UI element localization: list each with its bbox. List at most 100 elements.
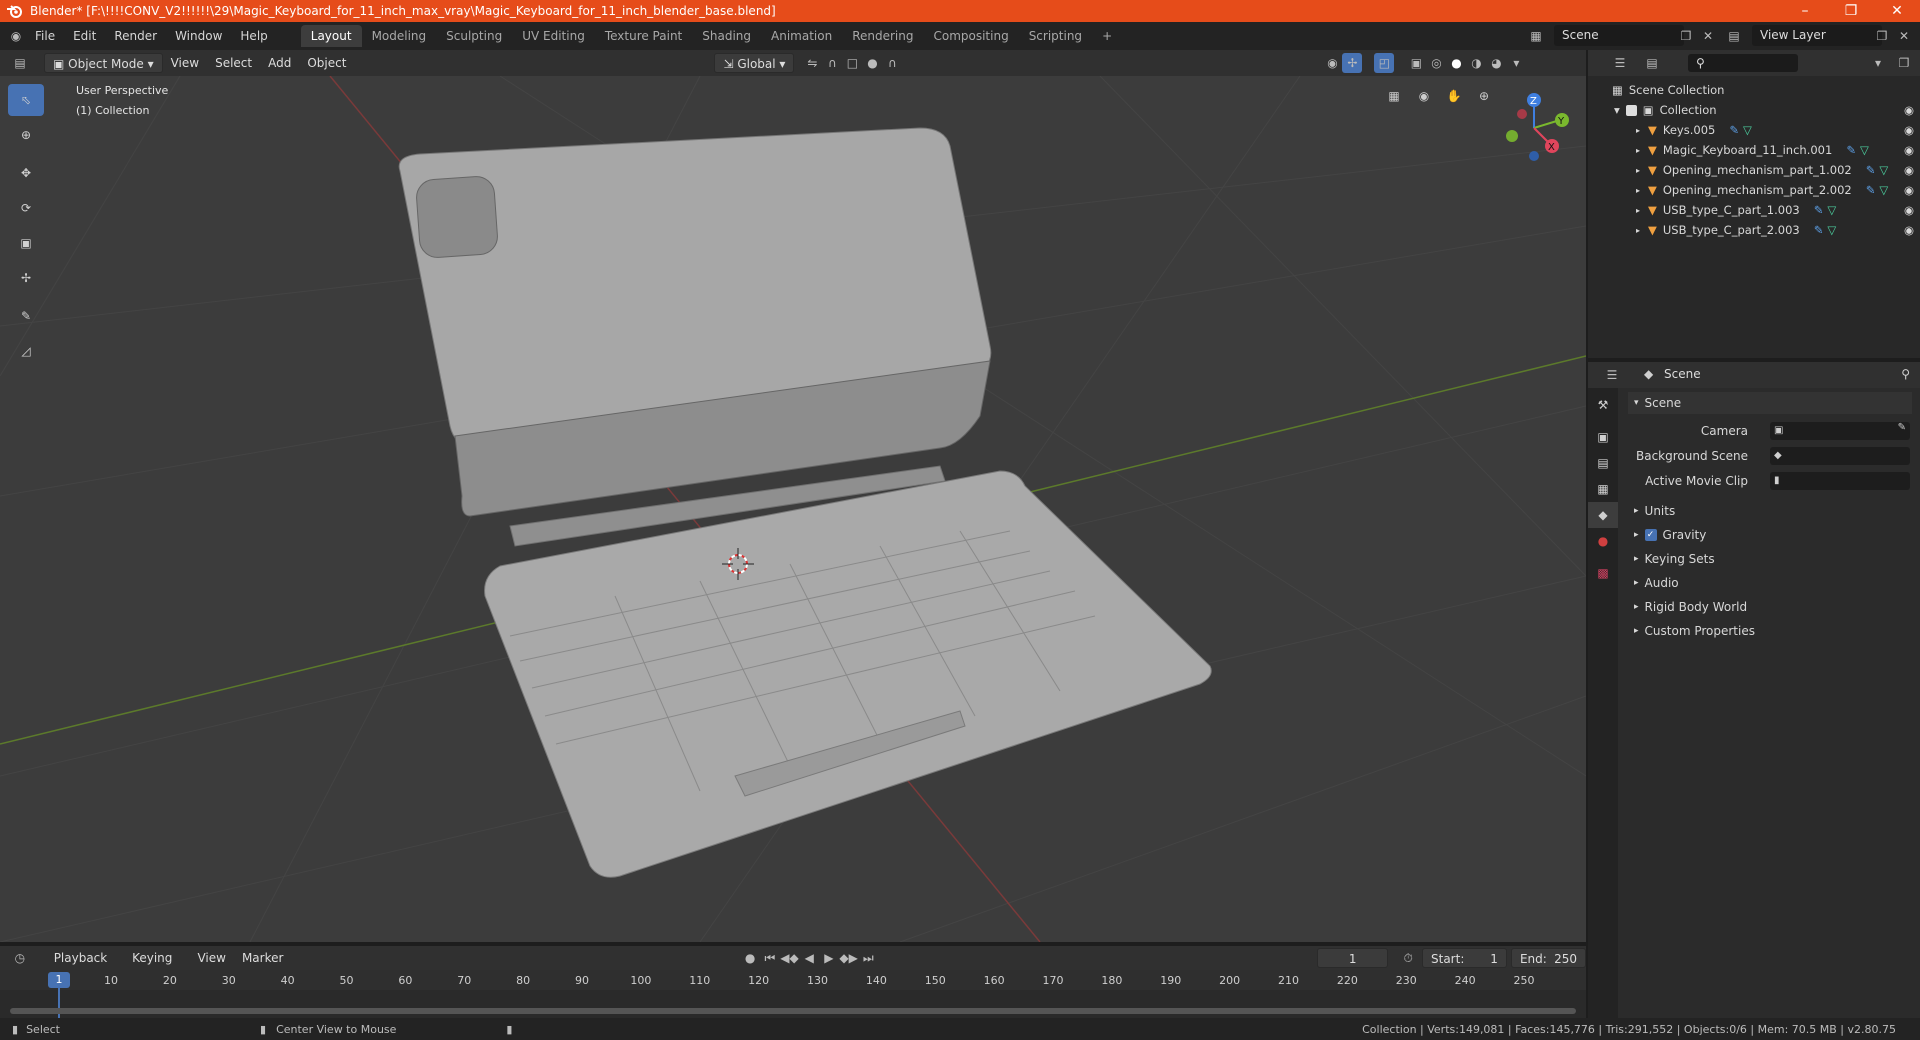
end-frame-field[interactable]: End: 250 (1510, 948, 1587, 968)
start-frame-field[interactable]: Start: 1 (1422, 948, 1507, 968)
tab-rendering[interactable]: Rendering (842, 25, 923, 47)
new-collection-icon[interactable]: ❐ (1894, 53, 1914, 73)
cursor-tool[interactable]: ⊕ (8, 119, 44, 151)
custom-properties-panel-header[interactable]: ▸ Custom Properties (1628, 620, 1912, 642)
close-button[interactable]: ✕ (1874, 0, 1920, 22)
visibility-icon[interactable]: ◉ (1322, 53, 1342, 73)
units-panel-header[interactable]: ▸ Units (1628, 500, 1912, 522)
tab-texture[interactable]: ▩ (1588, 560, 1618, 586)
eye-icon[interactable]: ◉ (1904, 223, 1914, 237)
menu-marker[interactable]: Marker (234, 948, 291, 968)
annotate-tool[interactable]: ✎ (8, 300, 44, 332)
expand-icon[interactable]: ▸ (1636, 226, 1640, 235)
transform-tool[interactable]: ✢ (8, 262, 44, 294)
scale-tool[interactable]: ▣ (8, 227, 44, 259)
view-layer-field[interactable]: View Layer (1752, 25, 1882, 46)
outliner-editor-icon[interactable]: ☰ (1610, 53, 1630, 73)
object-mode-dropdown[interactable]: ▣ Object Mode ▾ (44, 53, 163, 73)
timeline-area[interactable]: 1102030405060708090100110120130140150160… (0, 970, 1586, 1018)
view-layer-icon[interactable]: ▤ (1724, 26, 1744, 46)
rigid-body-world-panel-header[interactable]: ▸ Rigid Body World (1628, 596, 1912, 618)
gravity-checkbox[interactable]: ✓ (1644, 529, 1657, 541)
outliner-item[interactable]: ▸ ▼ USB_type_C_part_2.003 ✎ ▽ ◉ (1588, 220, 1920, 240)
play-icon[interactable]: ▶ (819, 948, 839, 968)
move-tool[interactable]: ✥ (8, 157, 44, 189)
pivot-icon[interactable]: ⇋ (802, 53, 822, 73)
current-frame-field[interactable]: 1 (1317, 948, 1389, 968)
outliner-item[interactable]: ▸ ▼ Opening_mechanism_part_1.002 ✎ ▽ ◉ (1588, 160, 1920, 180)
add-workspace-button[interactable]: + (1092, 25, 1122, 47)
eye-icon[interactable]: ◉ (1904, 163, 1914, 177)
eye-icon[interactable]: ◉ (1904, 183, 1914, 197)
menu-file[interactable]: File (26, 22, 64, 50)
rotate-tool[interactable]: ⟳ (8, 192, 44, 224)
audio-panel-header[interactable]: ▸ Audio (1628, 572, 1912, 594)
select-box-tool[interactable]: ⬁ (8, 84, 44, 116)
zoom-view-button[interactable]: ⊕ (1470, 82, 1498, 110)
shading-wireframe-icon[interactable]: ◎ (1426, 53, 1446, 73)
menu-playback[interactable]: Playback ▾ (46, 948, 124, 985)
jump-end-icon[interactable]: ⏭ (858, 948, 878, 968)
expand-icon[interactable]: ▸ (1636, 126, 1640, 135)
menu-timeline-view[interactable]: View (189, 948, 233, 968)
editor-type-icon[interactable]: ▤ (10, 53, 30, 73)
expand-icon[interactable]: ▸ (1636, 206, 1640, 215)
frame-ruler[interactable]: 1102030405060708090100110120130140150160… (0, 970, 1586, 990)
tab-sculpting[interactable]: Sculpting (436, 25, 512, 47)
restore-button[interactable]: ❐ (1828, 0, 1874, 22)
menu-object[interactable]: Object (299, 53, 354, 73)
shading-material-icon[interactable]: ◑ (1466, 53, 1486, 73)
outliner-item[interactable]: ▸ ▼ Keys.005 ✎ ▽ ◉ (1588, 120, 1920, 140)
background-scene-field[interactable]: ◆ (1770, 447, 1910, 465)
minimize-button[interactable]: – (1782, 0, 1828, 22)
outliner-item[interactable]: ▸ ▼ Magic_Keyboard_11_inch.001 ✎ ▽ ◉ (1588, 140, 1920, 160)
outliner-scene-collection[interactable]: ▦ Scene Collection (1588, 80, 1920, 100)
snap-icon[interactable]: ∩ (822, 53, 842, 73)
next-keyframe-icon[interactable]: ◆▶ (839, 948, 859, 968)
navigation-gizmo[interactable]: Z Y X (1494, 90, 1574, 166)
expand-icon[interactable]: ▾ (1614, 103, 1620, 117)
tab-uv-editing[interactable]: UV Editing (512, 25, 595, 47)
properties-editor-icon[interactable]: ☰ (1602, 365, 1622, 385)
magic-keyboard-model[interactable] (398, 127, 1212, 878)
tab-animation[interactable]: Animation (761, 25, 842, 47)
timeline-editor-icon[interactable]: ◷ (10, 948, 30, 968)
camera-view-button[interactable]: ◉ (1410, 82, 1438, 110)
scene-section-header[interactable]: ▾ Scene (1628, 392, 1912, 414)
falloff-icon[interactable]: ∩ (882, 53, 902, 73)
tab-tool[interactable]: ⚒ (1588, 392, 1618, 418)
record-icon[interactable]: ● (740, 948, 760, 968)
expand-icon[interactable]: ▸ (1636, 186, 1640, 195)
menu-add[interactable]: Add (260, 53, 299, 73)
tab-view-layer[interactable]: ▦ (1588, 476, 1618, 502)
gravity-panel-header[interactable]: ▸ ✓ Gravity (1628, 524, 1912, 546)
new-scene-icon[interactable]: ❐ (1676, 26, 1696, 46)
new-view-layer-icon[interactable]: ❐ (1872, 26, 1892, 46)
display-mode-icon[interactable]: ▤ (1642, 53, 1662, 73)
filter-icon[interactable]: ▾ (1868, 53, 1888, 73)
expand-icon[interactable]: ▸ (1636, 146, 1640, 155)
expand-icon[interactable]: ▸ (1636, 166, 1640, 175)
eye-icon[interactable]: ◉ (1904, 203, 1914, 217)
timeline-scrollbar[interactable] (10, 1008, 1576, 1014)
eye-icon[interactable]: ◉ (1904, 103, 1914, 117)
measure-tool[interactable]: ◿ (8, 335, 44, 367)
toggle-ortho-button[interactable]: ▦ (1380, 82, 1408, 110)
menu-keying[interactable]: Keying ▾ (124, 948, 189, 985)
remove-scene-icon[interactable]: ✕ (1698, 26, 1718, 46)
tab-texture-paint[interactable]: Texture Paint (595, 25, 692, 47)
stopwatch-icon[interactable]: ⏱ (1398, 948, 1418, 968)
proportional-edit-icon[interactable]: ● (862, 53, 882, 73)
tab-world[interactable]: ● (1588, 528, 1618, 554)
transform-orientation-dropdown[interactable]: ⇲ Global ▾ (714, 53, 795, 73)
tab-compositing[interactable]: Compositing (923, 25, 1018, 47)
blender-menu-icon[interactable]: ◉ (6, 26, 26, 46)
overlay-toggle-icon[interactable]: ◰ (1374, 53, 1395, 73)
menu-window[interactable]: Window (166, 22, 231, 50)
pin-icon[interactable]: ⚲ (1901, 367, 1910, 381)
snap-target-icon[interactable]: □ (842, 53, 862, 73)
shading-solid-icon[interactable]: ● (1446, 53, 1466, 73)
outliner-collection[interactable]: ▾ ▣ Collection ◉ (1588, 100, 1920, 120)
eyedropper-icon[interactable]: ✎ (1898, 422, 1906, 433)
keying-sets-panel-header[interactable]: ▸ Keying Sets (1628, 548, 1912, 570)
